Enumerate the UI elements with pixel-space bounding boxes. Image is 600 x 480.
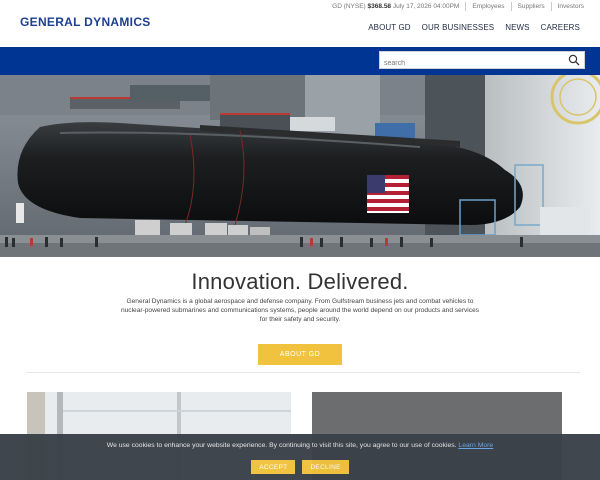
search-input[interactable] — [380, 55, 560, 72]
intro-description: General Dynamics is a global aerospace a… — [120, 298, 480, 323]
nav-news[interactable]: NEWS — [505, 23, 529, 32]
general-dynamics-logo[interactable]: GENERAL DYNAMICS — [20, 15, 151, 29]
cookie-banner: We use cookies to enhance your website e… — [0, 434, 600, 480]
nav-careers[interactable]: CAREERS — [541, 23, 580, 32]
stock-price: $368.58 — [367, 3, 392, 10]
cookie-message-text: We use cookies to enhance your website e… — [106, 442, 457, 449]
separator — [510, 2, 512, 11]
cookie-actions: ACCEPT DECLINE — [0, 460, 600, 474]
utility-link-investors[interactable]: Investors — [558, 3, 584, 10]
separator — [465, 2, 467, 11]
accept-button[interactable]: ACCEPT — [251, 460, 296, 474]
utility-link-suppliers[interactable]: Suppliers — [518, 3, 545, 10]
utility-bar: GD (NYSE) $368.58 July 17, 2026 04:00PM … — [332, 2, 584, 11]
main-nav: ABOUT GD OUR BUSINESSES NEWS CAREERS — [368, 23, 580, 32]
separator — [550, 2, 552, 11]
page-headline: Innovation. Delivered. — [191, 269, 409, 294]
stock-datetime: July 17, 2026 04:00PM — [392, 3, 460, 10]
divider — [26, 372, 580, 373]
search-box — [379, 51, 585, 72]
submarine-shipyard-image — [0, 75, 600, 257]
stock-ticker: GD (NYSE) — [332, 3, 366, 10]
hero-image — [0, 75, 600, 257]
decline-button[interactable]: DECLINE — [302, 460, 349, 474]
stock-quote: GD (NYSE) $368.58 July 17, 2026 04:00PM — [332, 3, 459, 10]
learn-more-link[interactable]: Learn More — [458, 442, 493, 449]
site-header: GENERAL DYNAMICS GD (NYSE) $368.58 July … — [0, 0, 600, 47]
cookie-message: We use cookies to enhance your website e… — [0, 442, 600, 449]
search-icon[interactable] — [568, 54, 580, 66]
utility-link-employees[interactable]: Employees — [472, 3, 504, 10]
nav-our-businesses[interactable]: OUR BUSINESSES — [422, 23, 495, 32]
us-flag-icon — [367, 175, 409, 213]
nav-about-gd[interactable]: ABOUT GD — [368, 23, 410, 32]
intro-section: Innovation. Delivered. General Dynamics … — [0, 257, 600, 392]
search-band — [0, 47, 600, 75]
about-gd-button[interactable]: ABOUT GD — [258, 344, 342, 365]
